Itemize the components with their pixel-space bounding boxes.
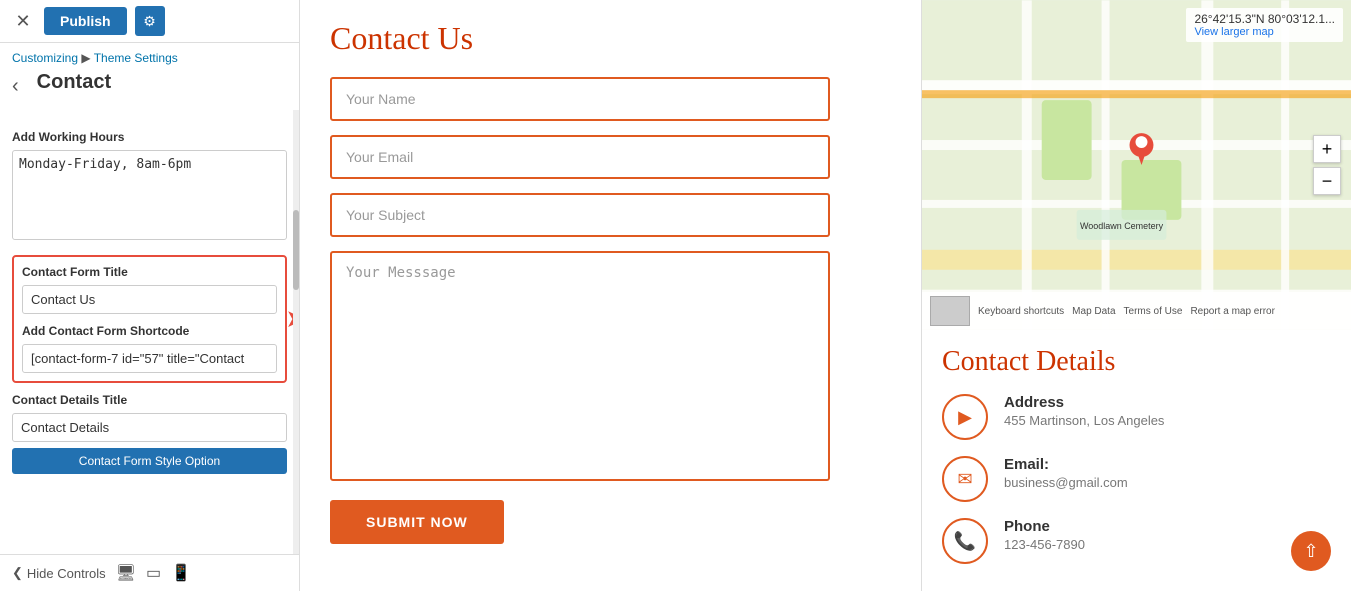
chevron-left-icon: ❮ xyxy=(12,565,23,581)
contact-form-wrapper: Contact Us SUBMIT NOW xyxy=(330,20,830,544)
email-row: ✉ Email: business@gmail.com xyxy=(942,456,1331,502)
working-hours-textarea[interactable]: Monday-Friday, 8am-6pm xyxy=(12,150,287,240)
email-input[interactable] xyxy=(330,135,830,179)
right-panel: Woodlawn Cemetery 26°42'15.3"N 80°03'12.… xyxy=(921,0,1351,591)
phone-row: 📞 Phone 123-456-7890 xyxy=(942,518,1331,564)
back-button[interactable]: ‹ xyxy=(6,75,25,98)
contact-form-title-label: Contact Form Title xyxy=(22,265,277,279)
contact-details-section: Contact Details ▶ Address 455 Martinson,… xyxy=(922,330,1351,591)
close-button[interactable]: ✕ xyxy=(10,8,36,34)
gear-button[interactable]: ⚙ xyxy=(135,6,165,36)
map-zoom-in-button[interactable]: + xyxy=(1313,135,1341,163)
working-hours-label: Add Working Hours xyxy=(12,130,287,144)
message-textarea[interactable] xyxy=(330,251,830,481)
panel-title: Contact xyxy=(25,69,123,104)
breadcrumb: Customizing ▶ Theme Settings xyxy=(0,43,299,69)
address-label: Address xyxy=(1004,394,1164,411)
email-info: Email: business@gmail.com xyxy=(1004,456,1128,490)
mobile-icon[interactable]: 📱 xyxy=(171,563,191,583)
envelope-icon: ✉ xyxy=(957,469,972,490)
hide-controls-label: Hide Controls xyxy=(27,566,106,581)
submit-button[interactable]: SUBMIT NOW xyxy=(330,500,504,544)
address-icon-circle: ▶ xyxy=(942,394,988,440)
address-row: ▶ Address 455 Martinson, Los Angeles xyxy=(942,394,1331,440)
phone-icon-circle: 📞 xyxy=(942,518,988,564)
contact-details-title-input[interactable] xyxy=(12,413,287,442)
left-panel-body: Add Working Hours Monday-Friday, 8am-6pm… xyxy=(0,110,299,554)
hide-controls-button[interactable]: ❮ Hide Controls xyxy=(12,565,106,581)
contact-form-highlighted-section: Contact Form Title Add Contact Form Shor… xyxy=(12,255,287,383)
navigation-icon: ▶ xyxy=(958,407,972,428)
top-bar: ✕ Publish ⚙ xyxy=(0,0,299,43)
desktop-icon[interactable]: 🖥 xyxy=(116,563,136,583)
contact-details-title-display: Contact Details xyxy=(942,346,1331,378)
map-thumbnail xyxy=(930,296,970,326)
contact-form-style-button[interactable]: Contact Form Style Option xyxy=(12,448,287,474)
scrollbar-track xyxy=(293,110,299,554)
keyboard-shortcuts-label[interactable]: Keyboard shortcuts xyxy=(978,306,1064,317)
svg-text:Woodlawn Cemetery: Woodlawn Cemetery xyxy=(1080,221,1164,231)
left-panel: ✕ Publish ⚙ Customizing ▶ Theme Settings… xyxy=(0,0,300,591)
map-data-label: Map Data xyxy=(1072,306,1115,317)
main-content: Contact Us SUBMIT NOW xyxy=(300,0,921,591)
terms-of-use-label[interactable]: Terms of Use xyxy=(1124,306,1183,317)
subject-input[interactable] xyxy=(330,193,830,237)
email-icon-circle: ✉ xyxy=(942,456,988,502)
contact-form-shortcode-label: Add Contact Form Shortcode xyxy=(22,324,277,338)
map-container: Woodlawn Cemetery 26°42'15.3"N 80°03'12.… xyxy=(922,0,1351,330)
contact-form-area: Contact Us SUBMIT NOW xyxy=(300,0,921,591)
view-larger-map-link[interactable]: View larger map xyxy=(1194,26,1335,38)
bottom-bar: ❮ Hide Controls 🖥 ▭ 📱 xyxy=(0,554,299,591)
address-info: Address 455 Martinson, Los Angeles xyxy=(1004,394,1164,428)
address-value: 455 Martinson, Los Angeles xyxy=(1004,413,1164,428)
scroll-top-button[interactable]: ⇧ xyxy=(1291,531,1331,571)
scrollbar-thumb[interactable] xyxy=(293,210,299,290)
theme-settings-link[interactable]: Theme Settings xyxy=(94,51,178,65)
tablet-icon[interactable]: ▭ xyxy=(146,563,161,583)
contact-form-shortcode-input[interactable] xyxy=(22,344,277,373)
map-zoom-out-button[interactable]: − xyxy=(1313,167,1341,195)
map-footer: Keyboard shortcuts Map Data Terms of Use… xyxy=(922,292,1351,330)
contact-form-title-input[interactable] xyxy=(22,285,277,314)
phone-info: Phone 123-456-7890 xyxy=(1004,518,1085,552)
email-label: Email: xyxy=(1004,456,1128,473)
map-coords: 26°42'15.3"N 80°03'12.1... View larger m… xyxy=(1186,8,1343,42)
map-svg: Woodlawn Cemetery xyxy=(922,0,1351,330)
publish-button[interactable]: Publish xyxy=(44,7,127,35)
name-input[interactable] xyxy=(330,77,830,121)
email-value: business@gmail.com xyxy=(1004,475,1128,490)
phone-label: Phone xyxy=(1004,518,1085,535)
customizing-link[interactable]: Customizing xyxy=(12,51,78,65)
contact-details-title-label: Contact Details Title xyxy=(12,393,287,407)
report-map-error-label[interactable]: Report a map error xyxy=(1190,306,1274,317)
phone-icon: 📞 xyxy=(954,531,976,552)
contact-form-title-display: Contact Us xyxy=(330,20,830,57)
phone-value: 123-456-7890 xyxy=(1004,537,1085,552)
